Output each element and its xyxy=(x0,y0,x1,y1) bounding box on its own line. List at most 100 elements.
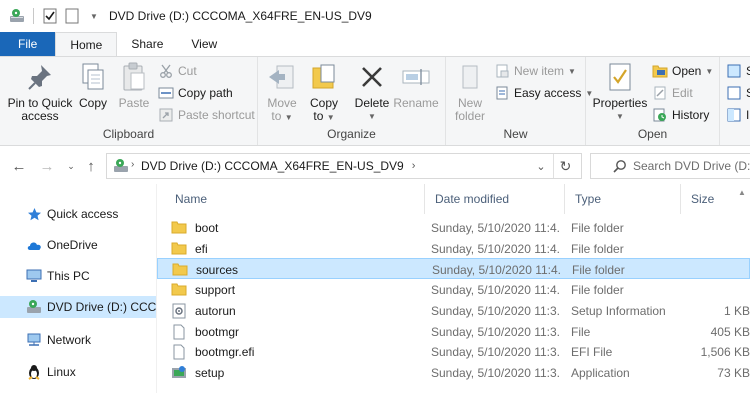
open-button[interactable]: Open ▼ xyxy=(652,63,713,79)
file-date: Sunday, 5/10/2020 11:3... xyxy=(431,303,561,318)
pin-label-line2: access xyxy=(21,109,59,123)
refresh-icon[interactable]: ↻ xyxy=(553,154,577,178)
folder-icon xyxy=(172,262,188,278)
new-folder-qat-button[interactable] xyxy=(63,7,81,25)
table-row[interactable]: bootmgr Sunday, 5/10/2020 11:3... File 4… xyxy=(157,321,750,342)
copy-path-label: Copy path xyxy=(178,86,233,100)
new-item-icon xyxy=(494,63,510,79)
file-size xyxy=(684,259,750,280)
open-label: Open xyxy=(672,64,702,78)
properties-button[interactable]: Properties ▼ xyxy=(592,61,648,123)
select-all-icon xyxy=(726,63,742,79)
ribbon-tabs: File Home Share View xyxy=(0,32,750,56)
tab-view[interactable]: View xyxy=(177,32,231,56)
select-all-button[interactable]: S xyxy=(726,63,750,79)
paste-button[interactable]: Paste xyxy=(116,61,152,110)
history-button[interactable]: History xyxy=(652,107,709,123)
easy-access-button[interactable]: Easy access ▼ xyxy=(494,85,593,101)
table-row[interactable]: autorun Sunday, 5/10/2020 11:3... Setup … xyxy=(157,300,750,321)
nav-item-quick-access[interactable]: Quick access xyxy=(0,203,156,225)
address-dropdown-chevron-down-icon[interactable]: ⌄ xyxy=(531,154,551,178)
select-none-button[interactable]: S xyxy=(726,85,750,101)
invert-selection-button[interactable]: In xyxy=(726,107,750,123)
file-name-cell: support xyxy=(171,279,426,300)
invert-selection-label: In xyxy=(746,108,750,122)
search-input[interactable] xyxy=(633,159,750,173)
copy-icon xyxy=(77,61,109,93)
file-type: File folder xyxy=(571,282,624,297)
forward-arrow-icon[interactable]: → xyxy=(38,157,56,175)
network-icon xyxy=(26,332,42,348)
file-size xyxy=(683,238,750,259)
tab-home[interactable]: Home xyxy=(55,32,118,56)
easy-access-icon xyxy=(494,85,510,101)
recent-locations-chevron-down-icon[interactable]: ⌄ xyxy=(62,157,80,175)
copy-to-icon xyxy=(308,61,340,93)
history-icon xyxy=(652,107,668,123)
move-to-button[interactable]: Move to ▼ xyxy=(264,61,300,124)
nav-item-linux[interactable]: Linux xyxy=(0,361,156,383)
paste-shortcut-button[interactable]: Paste shortcut xyxy=(158,107,255,123)
new-folder-button[interactable]: New folder xyxy=(450,61,490,123)
delete-x-icon xyxy=(356,61,388,93)
scroll-up-arrow-icon[interactable]: ▲ xyxy=(734,184,750,200)
breadcrumb-separator-icon[interactable]: › xyxy=(131,159,134,170)
customize-qat-chevron-icon[interactable]: ▼ xyxy=(85,7,103,25)
dvd-drive-small-icon xyxy=(113,158,129,177)
copy-button[interactable]: Copy xyxy=(76,61,110,110)
cut-label: Cut xyxy=(178,64,197,78)
rename-button[interactable]: Rename xyxy=(393,61,439,110)
column-header-name[interactable]: Name xyxy=(165,184,425,214)
edit-button[interactable]: Edit xyxy=(652,85,693,101)
up-arrow-icon[interactable]: ↑ xyxy=(82,157,100,175)
paste-label: Paste xyxy=(118,96,150,110)
file-date: Sunday, 5/10/2020 11:3... xyxy=(431,344,561,359)
table-row[interactable]: support Sunday, 5/10/2020 11:4... File f… xyxy=(157,279,750,300)
setup-info-icon xyxy=(171,303,187,319)
organize-group: Move to ▼ Copy to ▼ Delete ▼ Rename Orga… xyxy=(258,57,446,145)
file-name: autorun xyxy=(195,303,236,318)
address-bar[interactable]: › DVD Drive (D:) CCCOMA_X64FRE_EN-US_DV9… xyxy=(106,153,582,179)
back-arrow-icon[interactable]: ← xyxy=(10,157,28,175)
column-header-date-modified[interactable]: Date modified xyxy=(425,184,565,214)
search-icon xyxy=(613,159,627,176)
cut-button[interactable]: Cut xyxy=(158,63,197,79)
table-row[interactable]: boot Sunday, 5/10/2020 11:4... File fold… xyxy=(157,217,750,238)
delete-button[interactable]: Delete ▼ xyxy=(354,61,390,123)
copy-to-button[interactable]: Copy to ▼ xyxy=(306,61,342,124)
nav-item-network[interactable]: Network xyxy=(0,329,156,351)
nav-item-this-pc[interactable]: This PC xyxy=(0,265,156,287)
breadcrumb-chevron-icon[interactable]: › xyxy=(412,160,416,172)
title-bar: ▼ DVD Drive (D:) CCCOMA_X64FRE_EN-US_DV9 xyxy=(0,0,750,32)
file-date: Sunday, 5/10/2020 11:4... xyxy=(431,241,561,256)
open-chevron-down-icon: ▼ xyxy=(705,66,714,76)
window-title: DVD Drive (D:) CCCOMA_X64FRE_EN-US_DV9 xyxy=(109,9,372,23)
edit-icon xyxy=(652,85,668,101)
file-date: Sunday, 5/10/2020 11:3... xyxy=(431,324,561,339)
clipboard-group-label: Clipboard xyxy=(102,127,155,141)
file-name: bootmgr.efi xyxy=(195,344,255,359)
nav-item-onedrive[interactable]: OneDrive xyxy=(0,234,156,256)
breadcrumb-current[interactable]: DVD Drive (D:) CCCOMA_X64FRE_EN-US_DV9 xyxy=(141,159,404,173)
pin-to-quick-access-button[interactable]: Pin to Quick access xyxy=(6,61,74,123)
file-type: File folder xyxy=(571,241,624,256)
new-item-button[interactable]: New item ▼ xyxy=(494,63,576,79)
open-group: Properties ▼ Open ▼ Edit History Open xyxy=(586,57,720,145)
navigation-bar: ← → ⌄ ↑ › DVD Drive (D:) CCCOMA_X64FRE_E… xyxy=(0,148,750,184)
tab-file[interactable]: File xyxy=(0,32,56,56)
properties-qat-button[interactable] xyxy=(41,7,59,25)
nav-label-network: Network xyxy=(47,333,92,347)
dvd-drive-nav-icon xyxy=(26,299,42,315)
nav-item-dvd-drive[interactable]: DVD Drive (D:) CCCOMA_X64FRE_EN-US_DV9 xyxy=(0,296,156,318)
table-row[interactable]: setup Sunday, 5/10/2020 11:3... Applicat… xyxy=(157,362,750,383)
file-name-cell: bootmgr.efi xyxy=(171,341,426,362)
table-row-selected[interactable]: sources Sunday, 5/10/2020 11:4... File f… xyxy=(157,258,750,279)
table-row[interactable]: bootmgr.efi Sunday, 5/10/2020 11:3... EF… xyxy=(157,341,750,362)
tab-share[interactable]: Share xyxy=(117,32,177,56)
search-box[interactable] xyxy=(590,153,750,179)
table-row[interactable]: efi Sunday, 5/10/2020 11:4... File folde… xyxy=(157,238,750,259)
properties-label: Properties xyxy=(592,96,648,110)
nav-label-onedrive: OneDrive xyxy=(47,238,98,252)
copy-path-button[interactable]: Copy path xyxy=(158,85,233,101)
column-header-type[interactable]: Type xyxy=(565,184,681,214)
